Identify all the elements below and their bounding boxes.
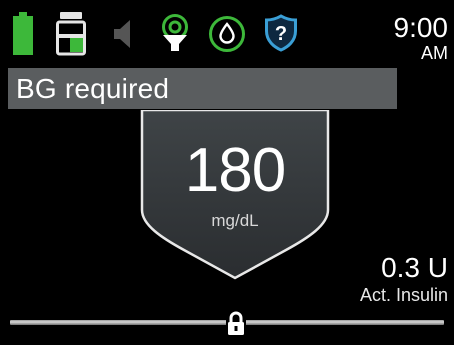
sensor-icon[interactable] bbox=[160, 14, 190, 52]
battery-icon[interactable] bbox=[12, 12, 34, 56]
active-insulin-label: Act. Insulin bbox=[359, 285, 448, 305]
lock-icon[interactable] bbox=[226, 311, 246, 337]
clock: 9:00 AM bbox=[393, 12, 449, 63]
speaker-icon[interactable] bbox=[112, 18, 134, 50]
bg-value: 180 bbox=[184, 136, 286, 205]
reservoir-icon[interactable] bbox=[56, 12, 86, 56]
clock-ampm: AM bbox=[421, 43, 448, 63]
droplet-icon[interactable] bbox=[208, 15, 246, 53]
alert-banner[interactable]: BG required bbox=[8, 68, 397, 109]
alert-banner-text: BG required bbox=[16, 72, 170, 104]
bg-units: mg/dL bbox=[211, 211, 259, 230]
pump-home-screen: ? 9:00 AM BG required 180 mg/dL 0.3 U Ac… bbox=[0, 0, 454, 345]
svg-text:?: ? bbox=[275, 23, 287, 45]
clock-time: 9:00 bbox=[393, 12, 449, 43]
help-icon[interactable]: ? bbox=[264, 14, 298, 52]
active-insulin-value: 0.3 U bbox=[381, 252, 448, 283]
